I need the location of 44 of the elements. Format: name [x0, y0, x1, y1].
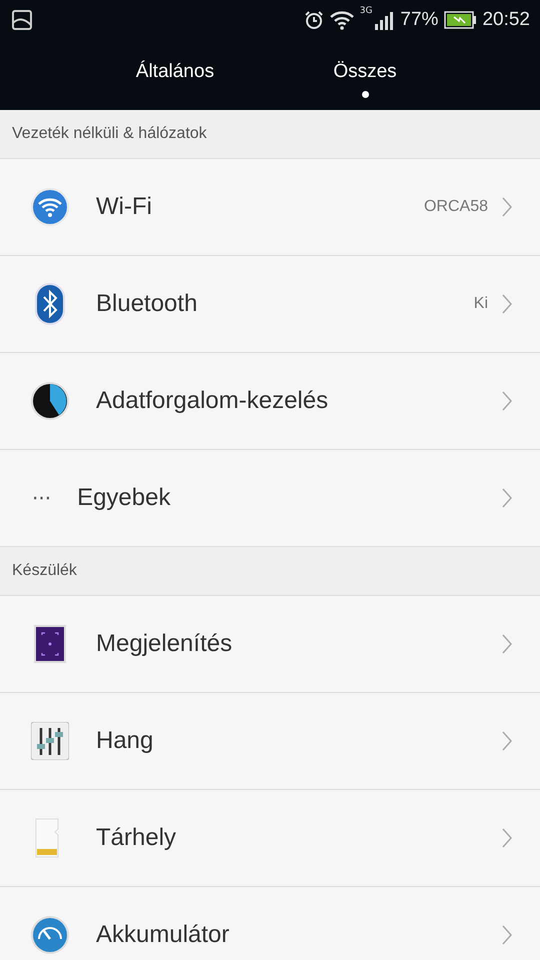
settings-item[interactable]: Wi-Fi ORCA58: [0, 159, 540, 256]
chevron-icon: [502, 488, 512, 508]
wifi-icon: [30, 187, 70, 227]
wifi-signal-icon: [330, 10, 354, 30]
settings-item[interactable]: Hang: [0, 693, 540, 790]
settings-item[interactable]: Akkumulátor: [0, 887, 540, 960]
settings-item[interactable]: Megjelenítés: [0, 596, 540, 693]
chevron-icon: [502, 197, 512, 217]
section-title: Készülék: [12, 562, 77, 580]
section-title: Vezeték nélküli & hálózatok: [12, 125, 207, 143]
chevron-icon: [502, 925, 512, 945]
item-label: Egyebek: [77, 484, 172, 512]
display-icon: [34, 625, 66, 663]
clock-icon: [30, 381, 70, 421]
item-value: ORCA58: [424, 198, 488, 216]
settings-item[interactable]: Adatforgalom-kezelés: [0, 353, 540, 450]
item-label: Megjelenítés: [96, 630, 234, 658]
equalizer-icon: [31, 722, 69, 760]
item-value: Ki: [474, 295, 488, 313]
settings-item[interactable]: Bluetooth Ki: [0, 256, 540, 353]
bluetooth-icon: [34, 282, 66, 326]
settings-item[interactable]: Tárhely: [0, 790, 540, 887]
item-label: Bluetooth: [96, 290, 198, 318]
cell-signal-icon: [374, 10, 394, 30]
more-icon: ···: [32, 486, 52, 510]
image-icon: [12, 10, 32, 30]
item-label: Wi-Fi: [96, 193, 153, 221]
chevron-icon: [502, 731, 512, 751]
tab[interactable]: Összes: [270, 40, 460, 110]
item-label: Tárhely: [96, 824, 178, 852]
item-label: Akkumulátor: [96, 921, 230, 949]
network-type-label: 3G: [360, 6, 372, 16]
battery-icon: [444, 11, 476, 29]
tab[interactable]: Általános: [80, 40, 270, 110]
chevron-icon: [502, 634, 512, 654]
alarm-icon: [304, 10, 324, 30]
chevron-icon: [502, 391, 512, 411]
battery-percentage: 77%: [400, 9, 438, 31]
chevron-icon: [502, 828, 512, 848]
item-label: Adatforgalom-kezelés: [96, 387, 330, 415]
clock-time: 20:52: [482, 9, 530, 31]
item-label: Hang: [96, 727, 154, 755]
chevron-icon: [502, 294, 512, 314]
gauge-icon: [30, 915, 70, 955]
